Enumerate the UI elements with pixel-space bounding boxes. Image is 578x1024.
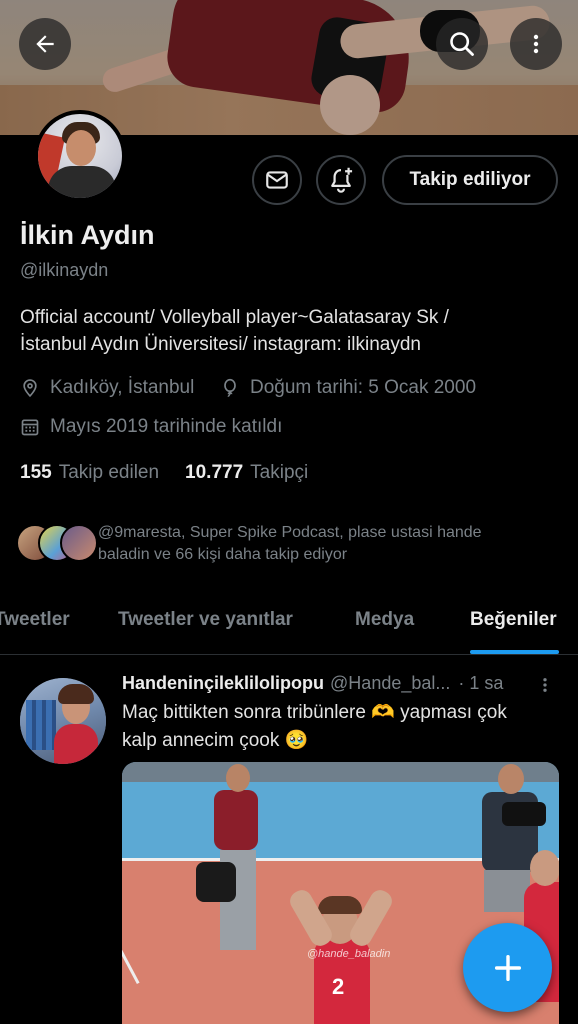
bell-plus-icon [331,167,353,193]
tab-tweets-and-replies[interactable]: Tweetler ve yanıtlar [118,609,293,631]
followed-by-line-2: baladin ve 66 kişi daha takip ediyor [98,546,348,563]
following-label: Takip edilen [58,462,160,483]
profile-tabs: Tweetler Tweetler ve yanıtlar Medya Beğe… [0,595,578,655]
follower-avatar [60,524,98,562]
back-button[interactable] [19,18,71,70]
followers-label: Takipçi [250,462,309,483]
tab-media[interactable]: Medya [355,609,414,631]
birthday-text: Doğum tarihi: 5 Ocak 2000 [250,377,477,398]
profile-name: İlkin Aydın [20,220,155,250]
tweet-more-button[interactable] [536,674,554,701]
followed-by-text: @9maresta, Super Spike Podcast, plase us… [98,522,568,566]
tweet-time: · 1 sa [458,673,504,693]
profile-avatar[interactable] [34,110,126,202]
balloon-icon [224,378,236,397]
calendar-icon [21,419,39,436]
join-date-text: Mayıs 2019 tarihinde katıldı [50,416,283,437]
more-options-button[interactable] [510,18,562,70]
search-icon [450,32,474,56]
tweet-header: Handeninçileklilolipopu @Hande_bal... · … [122,673,562,694]
profile-screen: Takip ediliyor İlkin Aydın @ilkinaydn Of… [0,0,578,1024]
following-stat[interactable]: 155 Takip edilen [20,462,159,484]
following-button[interactable]: Takip ediliyor [382,155,558,205]
location-text: Kadıköy, İstanbul [50,377,195,398]
followers-stat[interactable]: 10.777 Takipçi [185,462,308,484]
tweet-text: Maç bittikten sonra tribünlere 🫶 yapması… [122,699,552,755]
envelope-icon [266,171,288,189]
location-pin-icon [23,379,37,398]
tab-tweets[interactable]: Tweetler [0,609,70,631]
followed-by-line-1: @9maresta, Super Spike Podcast, plase us… [98,524,482,541]
followed-by-row[interactable]: @9maresta, Super Spike Podcast, plase us… [16,522,576,566]
bio-line-2: İstanbul Aydın Üniversitesi/ instagram: … [20,334,421,355]
plus-icon [494,954,521,981]
profile-handle: @ilkinaydn [20,260,109,280]
bio-line-1: Official account/ Volleyball player~Gala… [20,307,449,328]
more-vertical-icon [543,678,547,692]
tweet-author-name[interactable]: Handeninçileklilolipopu [122,673,324,694]
profile-birthday: Doğum tarihi: 5 Ocak 2000 [220,377,476,399]
profile-join-date: Mayıs 2019 tarihinde katıldı [20,416,282,438]
compose-tweet-button[interactable] [463,923,552,1012]
active-tab-indicator [470,650,559,654]
media-watermark: @hande_baladin [307,948,391,960]
tweet-text-line-2: kalp annecim çook 🥹 [122,730,309,751]
tweet-author-handle: @Hande_bal... [330,673,451,693]
arrow-left-icon [36,35,54,53]
tab-likes[interactable]: Beğeniler [470,609,557,631]
following-count: 155 [20,462,52,483]
more-vertical-icon [533,34,539,54]
search-button[interactable] [436,18,488,70]
notifications-button[interactable] [316,155,366,205]
tweet-text-line-1: Maç bittikten sonra tribünlere 🫶 yapması… [122,702,507,723]
followers-count: 10.777 [185,462,244,483]
tweet-author-avatar[interactable] [20,678,106,764]
profile-bio: Official account/ Volleyball player~Gala… [20,304,560,358]
profile-location: Kadıköy, İstanbul [20,377,194,399]
profile-stats: 155 Takip edilen 10.777 Takipçi [20,462,308,484]
message-button[interactable] [252,155,302,205]
